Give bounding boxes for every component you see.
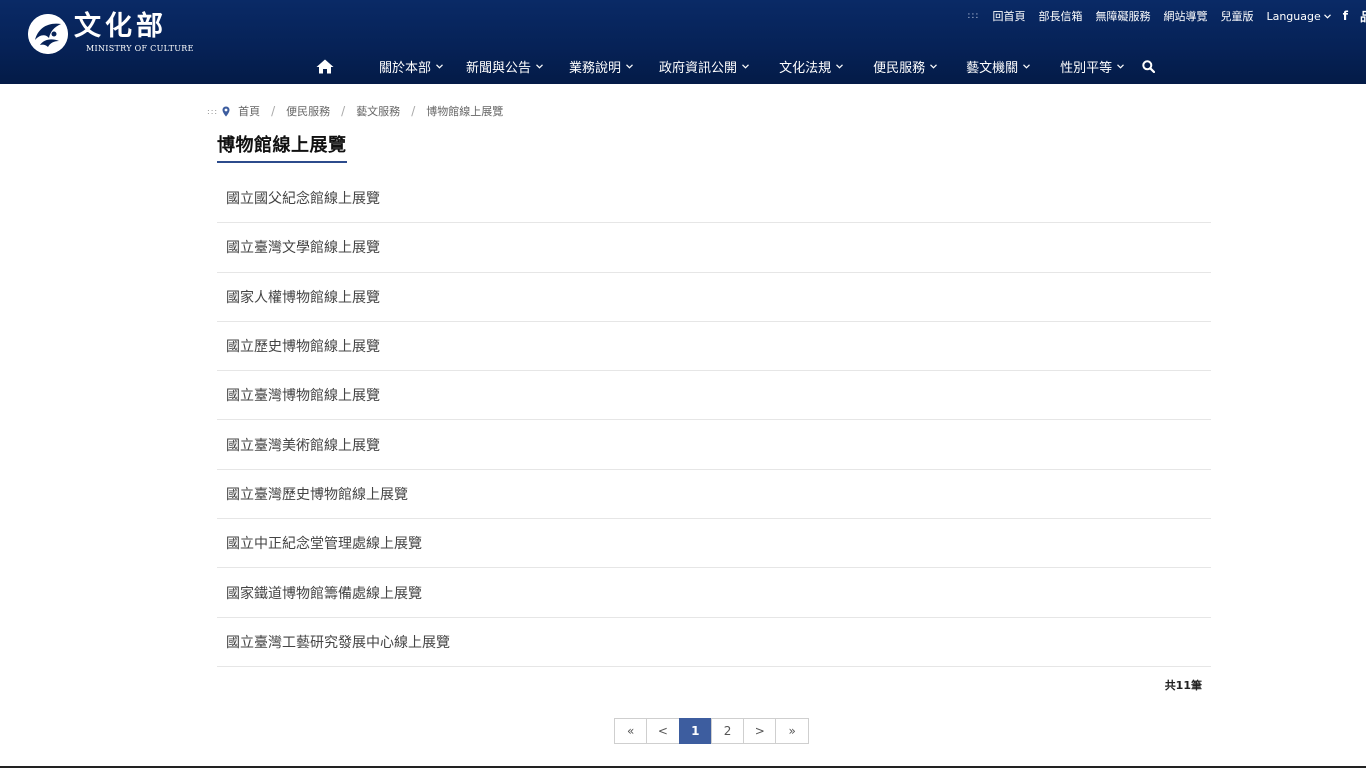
home-link[interactable]: 回首頁: [992, 8, 1025, 24]
home-icon: [316, 59, 334, 73]
list-item[interactable]: 國立國父紀念館線上展覽: [217, 174, 1211, 224]
nav-business[interactable]: 業務說明: [569, 57, 633, 76]
chevron-down-icon: [930, 63, 938, 69]
accesskey-dots[interactable]: :::: [207, 107, 218, 116]
list-item[interactable]: 國立中正紀念堂管理處線上展覽: [217, 519, 1211, 569]
sitemap-link[interactable]: 網站導覽: [1163, 8, 1207, 24]
list-item[interactable]: 國家鐵道博物館籌備處線上展覽: [217, 568, 1211, 618]
nav-label: 政府資訊公開: [659, 60, 738, 76]
logo-subtitle: MINISTRY OF CULTURE: [86, 44, 194, 53]
last-page-button[interactable]: »: [775, 718, 809, 744]
language-dropdown[interactable]: Language: [1266, 9, 1331, 23]
chevron-down-icon: [1323, 13, 1331, 19]
minister-mailbox-link[interactable]: 部長信箱: [1038, 8, 1082, 24]
list-item[interactable]: 國立歷史博物館線上展覽: [217, 322, 1211, 372]
ministry-emblem-icon: [28, 14, 68, 54]
main-nav: 關於本部 新聞與公告 業務說明 政府資訊公開 文化法規 便民服務 藝文機關 性別…: [310, 54, 1156, 78]
nav-home[interactable]: [310, 59, 340, 74]
nav-label: 藝文機關: [966, 60, 1019, 76]
list-item[interactable]: 國立臺灣工藝研究發展中心線上展覽: [217, 618, 1211, 667]
prev-page-button[interactable]: <: [646, 718, 680, 744]
nav-services[interactable]: 便民服務: [873, 57, 938, 76]
nav-gov-info[interactable]: 政府資訊公開: [659, 57, 749, 76]
breadcrumb: ::: 首頁 / 便民服務 / 藝文服務 / 博物館線上展覽: [207, 103, 503, 119]
chevron-down-icon: [836, 63, 844, 69]
list-item[interactable]: 國家人權博物館線上展覽: [217, 273, 1211, 322]
nav-label: 業務說明: [569, 60, 622, 76]
accesskey-dots[interactable]: :::: [967, 11, 979, 21]
breadcrumb-current: 博物館線上展覽: [426, 105, 504, 118]
list-item[interactable]: 國立臺灣文學館線上展覽: [217, 223, 1211, 273]
chevron-down-icon: [626, 63, 633, 69]
page-2-button[interactable]: 2: [710, 718, 745, 744]
first-page-button[interactable]: «: [614, 718, 648, 744]
accessibility-link[interactable]: 無障礙服務: [1095, 8, 1150, 24]
breadcrumb-arts-services[interactable]: 藝文服務: [356, 103, 400, 119]
list-item[interactable]: 國立臺灣博物館線上展覽: [217, 371, 1211, 421]
language-label: Language: [1266, 9, 1321, 23]
exhibition-list: 國立國父紀念館線上展覽 國立臺灣文學館線上展覽 國家人權博物館線上展覽 國立歷史…: [217, 174, 1211, 667]
nav-label: 新聞與公告: [466, 60, 532, 76]
utility-links: ::: 回首頁 部長信箱 無障礙服務 網站導覽 兒童版 Language f 品: [954, 8, 1366, 24]
breadcrumb-separator: /: [411, 104, 416, 118]
site-logo[interactable]: 文化部 MINISTRY OF CULTURE: [28, 11, 208, 58]
list-item[interactable]: 國立臺灣歷史博物館線上展覽: [217, 470, 1211, 520]
chevron-down-icon: [1117, 63, 1125, 69]
total-count: 共11筆: [1164, 679, 1202, 692]
kids-version-link[interactable]: 兒童版: [1220, 8, 1253, 24]
chevron-down-icon: [536, 63, 543, 69]
chevron-down-icon: [1023, 63, 1031, 69]
breadcrumb-separator: /: [341, 104, 346, 118]
site-header: 文化部 MINISTRY OF CULTURE ::: 回首頁 部長信箱 無障礙…: [0, 0, 1366, 84]
search-button[interactable]: [1142, 59, 1156, 73]
page-1-button[interactable]: 1: [678, 718, 712, 744]
nav-about[interactable]: 關於本部: [379, 57, 443, 76]
nav-agencies[interactable]: 藝文機關: [966, 57, 1031, 76]
breadcrumb-services[interactable]: 便民服務: [286, 103, 330, 119]
pagination: « < 1 2 > »: [614, 718, 809, 744]
nav-label: 性別平等: [1060, 60, 1113, 76]
nav-label: 文化法規: [779, 60, 832, 76]
facebook-icon[interactable]: f: [1343, 9, 1348, 23]
nav-label: 關於本部: [379, 60, 432, 76]
breadcrumb-separator: /: [271, 104, 276, 118]
nav-label: 便民服務: [873, 60, 926, 76]
list-item[interactable]: 國立臺灣美術館線上展覽: [217, 420, 1211, 470]
chevron-down-icon: [436, 63, 443, 69]
breadcrumb-home[interactable]: 首頁: [238, 103, 260, 119]
nav-news[interactable]: 新聞與公告: [466, 57, 543, 76]
page-title: 博物館線上展覽: [217, 134, 347, 163]
next-page-button[interactable]: >: [743, 718, 777, 744]
extra-icon[interactable]: 品: [1360, 8, 1366, 25]
nav-gender-equality[interactable]: 性別平等: [1060, 57, 1125, 76]
search-icon: [1142, 59, 1156, 73]
nav-regulations[interactable]: 文化法規: [779, 57, 844, 76]
logo-text: 文化部: [74, 11, 167, 42]
location-pin-icon: [222, 106, 230, 117]
chevron-down-icon: [742, 63, 749, 69]
